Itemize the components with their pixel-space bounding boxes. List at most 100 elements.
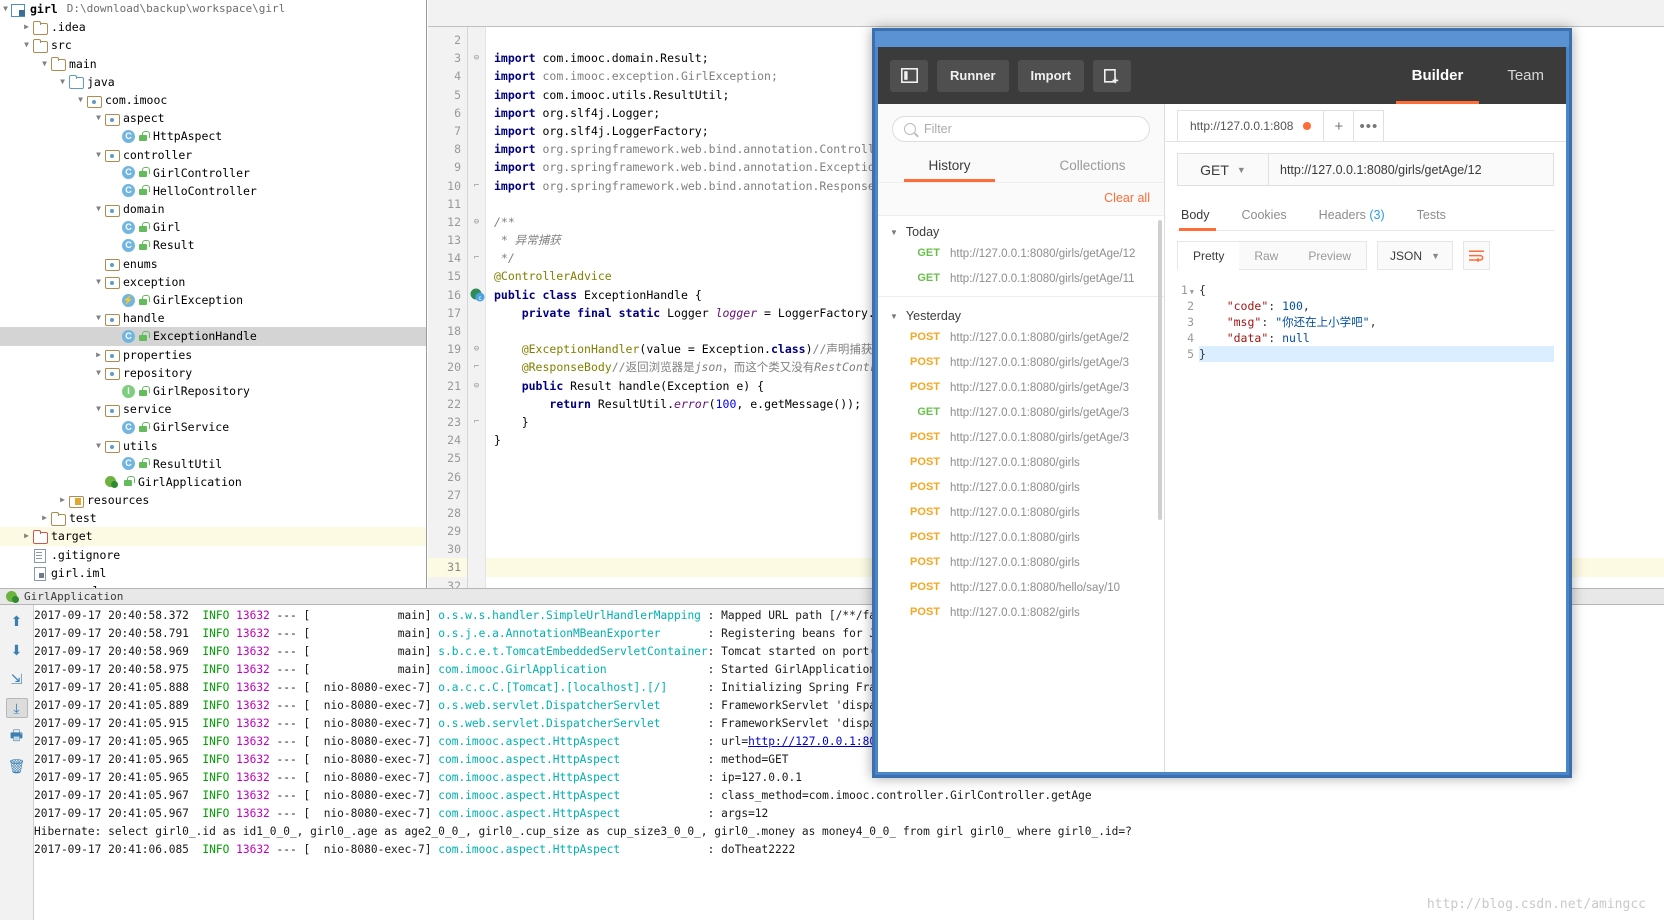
tree-item-test[interactable]: ▶ test: [0, 509, 426, 527]
format-toggle-group[interactable]: Pretty Raw Preview: [1177, 241, 1368, 271]
project-tree-panel[interactable]: ▼ girl D:\download\backup\workspace\girl…: [0, 0, 427, 588]
tree-item-resources[interactable]: ▶ resources: [0, 491, 426, 509]
chevron-down-icon[interactable]: ▼: [39, 55, 50, 73]
chevron-down-icon[interactable]: ▼: [93, 146, 104, 164]
tree-item-java[interactable]: ▼ java: [0, 73, 426, 91]
tree-item-girlcontroller[interactable]: C GirlController: [0, 164, 426, 182]
tree-item-target[interactable]: ▶ target: [0, 527, 426, 546]
project-root-row[interactable]: ▼ girl D:\download\backup\workspace\girl: [0, 0, 426, 18]
add-tab-button[interactable]: +: [1324, 110, 1355, 141]
history-group-yesterday[interactable]: ▼ Yesterday: [878, 296, 1164, 326]
tree-item-enums[interactable]: enums: [0, 255, 426, 273]
tree-item-hellocontroller[interactable]: C HelloController: [0, 182, 426, 200]
format-preview-button[interactable]: Preview: [1293, 242, 1366, 271]
soft-wrap-icon[interactable]: ⇲: [6, 669, 28, 689]
tree-item-exceptionhandle[interactable]: C ExceptionHandle: [0, 327, 426, 346]
print-icon[interactable]: 🖶: [6, 727, 28, 747]
clear-all-button[interactable]: Clear all: [1104, 191, 1150, 205]
tree-item-utils[interactable]: ▼ utils: [0, 437, 426, 455]
chevron-right-icon[interactable]: ▶: [39, 509, 50, 527]
tree-item-result[interactable]: C Result: [0, 236, 426, 254]
postman-mode-tab-builder[interactable]: Builder: [1390, 47, 1486, 104]
tree-item-girlexception[interactable]: ⚡ GirlException: [0, 291, 426, 309]
history-item[interactable]: POST http://127.0.0.1:8080/girls: [878, 476, 1164, 501]
tree-item-girlservice[interactable]: C GirlService: [0, 418, 426, 436]
tree-item-com-imooc[interactable]: ▼ com.imooc: [0, 91, 426, 109]
tree-item-httpaspect[interactable]: C HttpAspect: [0, 127, 426, 145]
chevron-down-icon[interactable]: ▼: [75, 91, 86, 109]
word-wrap-icon[interactable]: [1462, 241, 1490, 270]
postman-window[interactable]: Runner Import Builder Team Filter Histor…: [872, 28, 1572, 778]
history-item[interactable]: POST http://127.0.0.1:8080/girls: [878, 451, 1164, 476]
sidebar-tab-history[interactable]: History: [878, 150, 1021, 182]
tree-item-girlrepository[interactable]: I GirlRepository: [0, 382, 426, 400]
response-json-content[interactable]: { "code": 100, "msg": "你还在上小学吧", "data":…: [1199, 282, 1554, 362]
language-select[interactable]: JSON ▼: [1377, 241, 1453, 270]
http-method-select[interactable]: GET ▼: [1177, 153, 1269, 186]
scroll-to-end-icon[interactable]: ⤓: [5, 698, 28, 718]
chevron-down-icon[interactable]: ▼: [21, 36, 32, 54]
chevron-down-icon[interactable]: ▼: [57, 73, 68, 91]
tree-item-domain[interactable]: ▼ domain: [0, 200, 426, 218]
editor-fold-gutter[interactable]: ⊖ ⌐ ⊖ ⌐ ⊖ ⌐ ⊖ ⌐ c: [468, 27, 486, 588]
tree-item-main[interactable]: ▼ main: [0, 55, 426, 73]
url-input[interactable]: http://127.0.0.1:8080/girls/getAge/12: [1269, 153, 1554, 186]
fold-toggle-icon[interactable]: ⊖: [468, 340, 485, 358]
tree-item--gitignore[interactable]: .gitignore: [0, 546, 426, 564]
response-json-line[interactable]: "data": null: [1199, 330, 1554, 346]
history-item[interactable]: GET http://127.0.0.1:8080/girls/getAge/3: [878, 401, 1164, 426]
postman-mode-tabs[interactable]: Builder Team: [1390, 47, 1566, 104]
history-item[interactable]: POST http://127.0.0.1:8080/girls: [878, 501, 1164, 526]
history-item[interactable]: GET http://127.0.0.1:8080/girls/getAge/11: [878, 267, 1164, 292]
history-item[interactable]: POST http://127.0.0.1:8080/girls/getAge/3: [878, 376, 1164, 401]
history-group-today[interactable]: ▼ Today: [878, 216, 1164, 242]
request-tab[interactable]: http://127.0.0.1:808: [1177, 110, 1325, 141]
tree-item--idea[interactable]: ▶ .idea: [0, 18, 426, 36]
history-list[interactable]: ▼ Today GET http://127.0.0.1:8080/girls/get…: [878, 216, 1164, 772]
tree-item-controller[interactable]: ▼ controller: [0, 146, 426, 164]
chevron-right-icon[interactable]: ▶: [21, 18, 32, 36]
postman-mode-tab-team[interactable]: Team: [1485, 47, 1566, 104]
history-item[interactable]: POST http://127.0.0.1:8080/girls/getAge/2: [878, 326, 1164, 351]
history-item[interactable]: POST http://127.0.0.1:8080/girls/getAge/3: [878, 351, 1164, 376]
runner-button[interactable]: Runner: [937, 59, 1009, 92]
fold-toggle-icon[interactable]: ⌐: [468, 177, 485, 195]
tree-item-properties[interactable]: ▶ properties: [0, 346, 426, 364]
request-tabstrip[interactable]: http://127.0.0.1:808 + •••: [1165, 104, 1566, 142]
chevron-down-icon[interactable]: ▼: [93, 200, 104, 218]
response-json-line[interactable]: "code": 100,: [1199, 298, 1554, 314]
trash-icon[interactable]: 🗑: [6, 756, 28, 776]
response-json-line[interactable]: }: [1199, 346, 1554, 362]
format-raw-button[interactable]: Raw: [1239, 242, 1293, 271]
tree-item-girl[interactable]: C Girl: [0, 218, 426, 236]
fold-toggle-icon[interactable]: ⌐: [468, 413, 485, 431]
import-button[interactable]: Import: [1017, 59, 1084, 92]
history-item[interactable]: POST http://127.0.0.1:8080/girls: [878, 526, 1164, 551]
history-item[interactable]: GET http://127.0.0.1:8080/girls/getAge/12: [878, 242, 1164, 267]
history-item[interactable]: POST http://127.0.0.1:8080/girls: [878, 551, 1164, 576]
spring-bean-gutter-icon[interactable]: c: [470, 288, 485, 303]
more-tabs-button[interactable]: •••: [1354, 110, 1385, 141]
chevron-down-icon[interactable]: ▼: [93, 437, 104, 455]
chevron-down-icon[interactable]: ▼: [93, 309, 104, 327]
sidebar-tab-collections[interactable]: Collections: [1021, 150, 1164, 182]
history-item[interactable]: POST http://127.0.0.1:8080/girls/getAge/3: [878, 426, 1164, 451]
filter-input[interactable]: Filter: [892, 116, 1150, 142]
clear-all-row[interactable]: Clear all: [878, 182, 1164, 216]
chevron-down-icon[interactable]: ▼: [93, 273, 104, 291]
tree-item-aspect[interactable]: ▼ aspect: [0, 109, 426, 127]
tree-item-repository[interactable]: ▼ repository: [0, 364, 426, 382]
response-json-line[interactable]: {: [1199, 282, 1554, 298]
response-tabs[interactable]: Body Cookies Headers (3) Tests: [1177, 202, 1554, 231]
response-body-viewer[interactable]: 1 ▼ 2 3 4 5 { "code": 100, "msg": "你还在上小学吧", …: [1177, 282, 1554, 362]
tree-item-handle[interactable]: ▼ handle: [0, 309, 426, 327]
tree-item-service[interactable]: ▼ service: [0, 400, 426, 418]
tree-item-exception[interactable]: ▼ exception: [0, 273, 426, 291]
chevron-down-icon[interactable]: ▼: [93, 109, 104, 127]
new-window-icon[interactable]: [1092, 59, 1131, 92]
response-tab-headers[interactable]: Headers (3): [1303, 202, 1401, 230]
chevron-right-icon[interactable]: ▶: [21, 527, 32, 545]
fold-toggle-icon[interactable]: ⌐: [468, 249, 485, 267]
fold-toggle-icon[interactable]: ⊖: [468, 377, 485, 395]
response-tab-body[interactable]: Body: [1177, 202, 1226, 231]
